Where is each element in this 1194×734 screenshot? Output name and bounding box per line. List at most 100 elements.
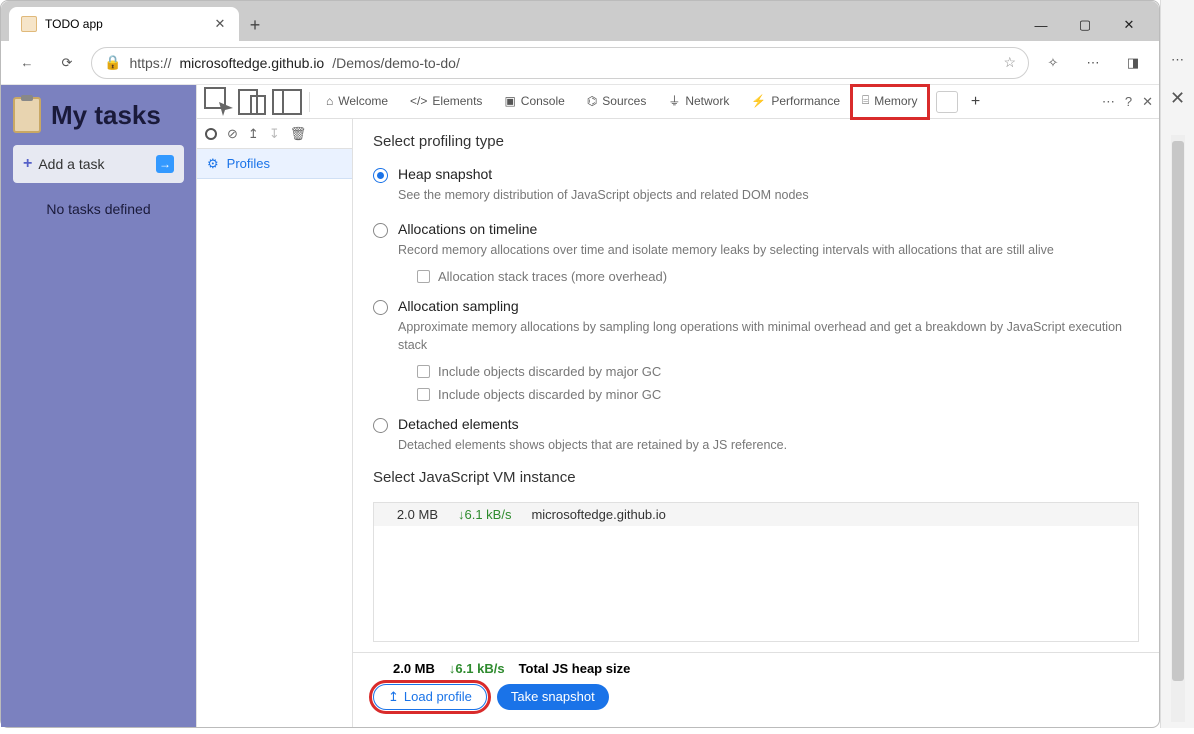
bug-icon: ⌬ xyxy=(587,94,597,108)
footer-rate: ↓6.1 kB/s xyxy=(449,661,505,676)
memory-sidebar: ⊘ ↥ ↧ 🗑 ⚙ Profiles xyxy=(197,119,353,727)
clear-icon[interactable]: ⊘ xyxy=(227,126,238,142)
option-detached[interactable]: Detached elements xyxy=(373,416,1139,433)
take-snapshot-button[interactable]: Take snapshot xyxy=(497,684,609,710)
load-profile-button[interactable]: ↥Load profile xyxy=(373,684,487,710)
tab-console[interactable]: ▣Console xyxy=(494,86,574,118)
add-task-label: Add a task xyxy=(38,156,104,172)
upload-icon: ↥ xyxy=(388,689,399,705)
trash-icon[interactable]: 🗑 xyxy=(290,126,307,142)
browser-tab[interactable]: TODO app ✕ xyxy=(9,7,239,41)
inspect-icon[interactable] xyxy=(203,86,235,118)
add-task-button[interactable]: + Add a task → xyxy=(13,145,184,183)
vm-list: 2.0 MB ↓6.1 kB/s microsoftedge.github.io xyxy=(373,502,1139,642)
checkbox[interactable] xyxy=(417,365,430,378)
memory-toolbar: ⊘ ↥ ↧ 🗑 xyxy=(197,119,352,149)
extensions-button[interactable]: ✧ xyxy=(1037,47,1069,79)
console-icon: ▣ xyxy=(504,94,515,108)
chip-icon: ⌸ xyxy=(862,93,869,108)
radio-detached[interactable] xyxy=(373,418,388,433)
url-path: /Demos/demo-to-do/ xyxy=(332,55,460,71)
url-prefix: https:// xyxy=(129,55,171,71)
tab-close-icon[interactable]: ✕ xyxy=(213,17,227,31)
more-tabs-button[interactable]: + xyxy=(960,86,992,118)
back-button[interactable]: ← xyxy=(11,47,43,79)
close-panel-icon[interactable]: ✕ xyxy=(1170,88,1185,109)
lock-icon: 🔒 xyxy=(104,54,121,71)
vm-instance-row[interactable]: 2.0 MB ↓6.1 kB/s microsoftedge.github.io xyxy=(374,503,1138,526)
titlebar: TODO app ✕ + — ▢ ✕ xyxy=(1,1,1159,41)
plus-icon: + xyxy=(23,155,32,173)
scroll-thumb[interactable] xyxy=(1172,141,1184,681)
sliders-icon: ⚙ xyxy=(207,156,219,172)
vm-rate: ↓6.1 kB/s xyxy=(458,507,511,522)
device-toggle-icon[interactable] xyxy=(237,86,269,118)
vm-host: microsoftedge.github.io xyxy=(531,507,665,522)
wifi-icon: ⏚ xyxy=(668,92,680,109)
detached-desc: Detached elements shows objects that are… xyxy=(398,437,1139,455)
vm-heading: Select JavaScript VM instance xyxy=(373,469,1139,486)
no-tasks-label: No tasks defined xyxy=(13,201,184,217)
close-window-button[interactable]: ✕ xyxy=(1107,9,1151,41)
upload-icon[interactable]: ↥ xyxy=(248,126,259,142)
radio-sampling[interactable] xyxy=(373,300,388,315)
more-tools-icon[interactable]: ⋯ xyxy=(1102,94,1115,110)
dock-icon[interactable] xyxy=(271,86,303,118)
option-timeline[interactable]: Allocations on timeline xyxy=(373,221,1139,238)
profiling-heading: Select profiling type xyxy=(373,133,1139,150)
option-heap[interactable]: Heap snapshot xyxy=(373,166,1139,183)
timeline-desc: Record memory allocations over time and … xyxy=(398,242,1139,260)
tab-title: TODO app xyxy=(45,17,205,31)
address-bar: ← ⟳ 🔒 https:// microsoftedge.github.io/De… xyxy=(1,41,1159,85)
menu-button[interactable]: ⋯ xyxy=(1077,47,1109,79)
footer-label: Total JS heap size xyxy=(519,661,631,676)
tab-sources[interactable]: ⌬Sources xyxy=(577,86,657,118)
app-heading: My tasks xyxy=(51,100,161,131)
checkbox[interactable] xyxy=(417,388,430,401)
outer-side-panel: ⋯ ✕ xyxy=(1160,0,1194,728)
minimize-button[interactable]: — xyxy=(1019,9,1063,41)
sidebar-toggle[interactable]: ◨ xyxy=(1117,47,1149,79)
record-button[interactable] xyxy=(205,128,217,140)
maximize-button[interactable]: ▢ xyxy=(1063,9,1107,41)
code-icon: </> xyxy=(410,94,427,108)
devtools-panel: ⌂Welcome </>Elements ▣Console ⌬Sources ⏚… xyxy=(196,85,1159,727)
favorite-icon[interactable]: ☆ xyxy=(1003,54,1016,71)
footer-size: 2.0 MB xyxy=(393,661,435,676)
tab-memory[interactable]: ⌸Memory xyxy=(852,86,928,118)
checkbox[interactable] xyxy=(417,270,430,283)
home-icon: ⌂ xyxy=(326,94,333,108)
sampling-desc: Approximate memory allocations by sampli… xyxy=(398,319,1139,354)
url-input[interactable]: 🔒 https:// microsoftedge.github.io/Demos/… xyxy=(91,47,1029,79)
tab-network[interactable]: ⏚Network xyxy=(658,86,739,118)
profiles-tab[interactable]: ⚙ Profiles xyxy=(197,149,352,179)
memory-main: Select profiling type Heap snapshot See … xyxy=(353,119,1159,727)
cb-stack-traces[interactable]: Allocation stack traces (more overhead) xyxy=(417,269,1139,284)
cb-major-gc[interactable]: Include objects discarded by major GC xyxy=(417,364,1139,379)
download-icon[interactable]: ↧ xyxy=(269,126,280,142)
menu-dots-icon[interactable]: ⋯ xyxy=(1171,52,1184,68)
scrollbar[interactable] xyxy=(1171,135,1185,722)
tab-welcome[interactable]: ⌂Welcome xyxy=(316,86,398,118)
tab-performance[interactable]: ⚡Performance xyxy=(741,86,850,118)
activity-bar-button[interactable] xyxy=(936,91,958,113)
app-title-row: My tasks xyxy=(13,97,184,133)
app-pane: My tasks + Add a task → No tasks defined xyxy=(1,85,196,727)
close-devtools-icon[interactable]: ✕ xyxy=(1142,94,1153,110)
clipboard-icon xyxy=(13,97,41,133)
refresh-button[interactable]: ⟳ xyxy=(51,47,83,79)
gauge-icon: ⚡ xyxy=(751,94,766,108)
submit-arrow-icon[interactable]: → xyxy=(156,155,174,173)
new-tab-button[interactable]: + xyxy=(239,9,271,41)
radio-heap[interactable] xyxy=(373,168,388,183)
vm-size: 2.0 MB xyxy=(388,507,438,522)
heap-desc: See the memory distribution of JavaScrip… xyxy=(398,187,1139,205)
url-domain: microsoftedge.github.io xyxy=(179,55,324,71)
cb-minor-gc[interactable]: Include objects discarded by minor GC xyxy=(417,387,1139,402)
help-icon[interactable]: ? xyxy=(1125,94,1132,109)
option-sampling[interactable]: Allocation sampling xyxy=(373,298,1139,315)
memory-footer: 2.0 MB ↓6.1 kB/s Total JS heap size ↥Loa… xyxy=(353,652,1159,720)
tab-favicon xyxy=(21,16,37,32)
tab-elements[interactable]: </>Elements xyxy=(400,86,492,118)
radio-timeline[interactable] xyxy=(373,223,388,238)
